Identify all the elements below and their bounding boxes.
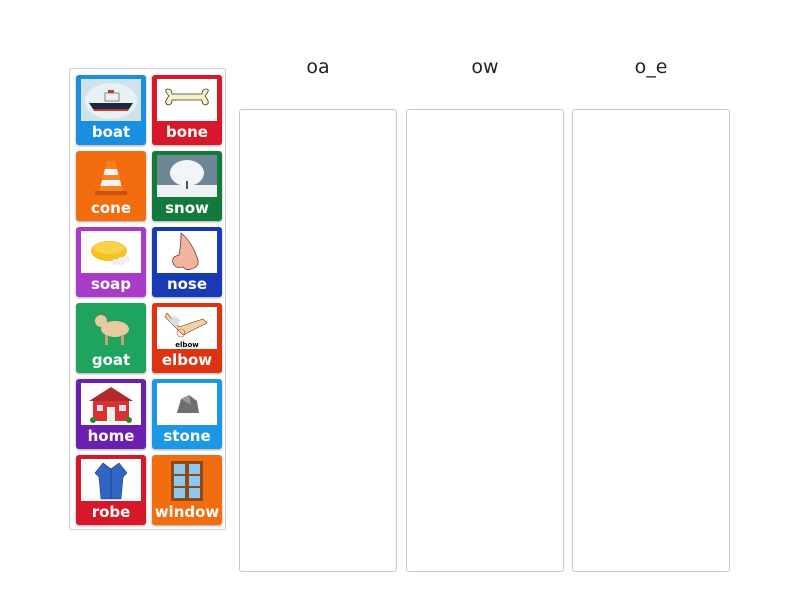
- card-label: cone: [90, 199, 132, 217]
- card-label: window: [154, 503, 220, 521]
- card-label: stone: [163, 427, 211, 445]
- card-label: nose: [166, 275, 208, 293]
- group-heading-oa: oa: [306, 56, 330, 78]
- card-label: home: [87, 427, 135, 445]
- snowy-tree-icon: [157, 155, 217, 197]
- card-boat[interactable]: boat: [76, 75, 146, 145]
- card-bone[interactable]: bone: [152, 75, 222, 145]
- robe-icon: [81, 459, 141, 501]
- card-home[interactable]: home: [76, 379, 146, 449]
- goat-icon: [81, 307, 141, 349]
- card-label: bone: [166, 123, 208, 141]
- card-stone[interactable]: stone: [152, 379, 222, 449]
- card-label: robe: [91, 503, 131, 521]
- drop-zone-ow[interactable]: [406, 109, 564, 572]
- card-label: boat: [91, 123, 131, 141]
- house-icon: [81, 383, 141, 425]
- soap-icon: [81, 231, 141, 273]
- card-robe[interactable]: robe: [76, 455, 146, 525]
- drop-zone-oa[interactable]: [239, 109, 397, 572]
- card-nose[interactable]: nose: [152, 227, 222, 297]
- card-label: soap: [90, 275, 132, 293]
- boat-icon: [81, 79, 141, 121]
- group-heading-o-e: o_e: [634, 56, 668, 78]
- card-elbow[interactable]: elbow elbow: [152, 303, 222, 373]
- card-label: goat: [91, 351, 131, 369]
- card-goat[interactable]: goat: [76, 303, 146, 373]
- bone-icon: [157, 79, 217, 121]
- stone-icon: [157, 383, 217, 425]
- card-soap[interactable]: soap: [76, 227, 146, 297]
- traffic-cone-icon: [81, 155, 141, 197]
- card-label: snow: [165, 199, 209, 217]
- card-label: elbow: [161, 351, 213, 369]
- elbow-icon: elbow: [157, 307, 217, 349]
- nose-icon: [157, 231, 217, 273]
- card-snow[interactable]: snow: [152, 151, 222, 221]
- group-heading-ow: ow: [471, 56, 499, 78]
- drop-zone-o-e[interactable]: [572, 109, 730, 572]
- card-cone[interactable]: cone: [76, 151, 146, 221]
- elbow-caption: elbow: [175, 341, 199, 349]
- card-window[interactable]: window: [152, 455, 222, 525]
- window-icon: [157, 459, 217, 501]
